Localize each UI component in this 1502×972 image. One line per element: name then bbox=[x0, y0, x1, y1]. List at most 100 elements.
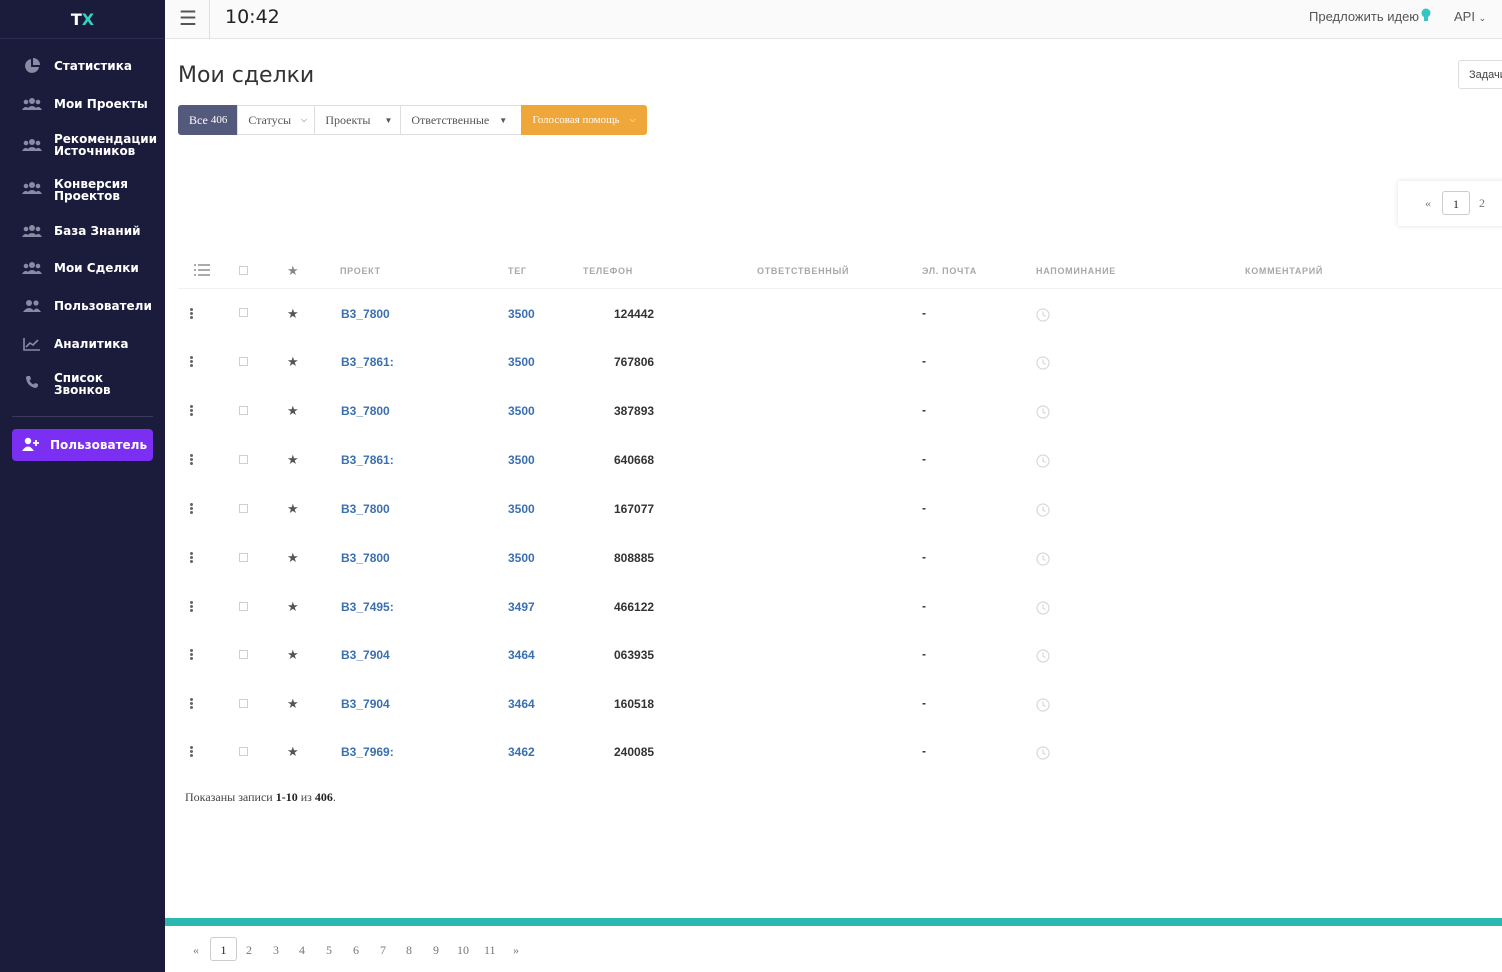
sidebar-item-knowledge-base[interactable]: База Знаний bbox=[0, 221, 165, 241]
sidebar-item-my-deals[interactable]: Мои Сделки bbox=[0, 258, 165, 278]
clock-icon[interactable] bbox=[1036, 746, 1050, 765]
pagination-page[interactable]: 7 bbox=[380, 943, 386, 958]
project-link[interactable]: B3_7800 bbox=[341, 307, 390, 321]
pagination-page[interactable]: 10 bbox=[457, 943, 469, 958]
project-link[interactable]: B3_7800 bbox=[341, 502, 390, 516]
project-link[interactable]: B3_7904 bbox=[341, 648, 390, 662]
star-icon[interactable]: ★ bbox=[287, 403, 299, 419]
project-link[interactable]: B3_7800 bbox=[341, 404, 390, 418]
project-link[interactable]: B3_7861: bbox=[341, 453, 394, 467]
sidebar-item-source-recommendations[interactable]: Рекомендации Источников bbox=[0, 132, 165, 158]
tag-link[interactable]: 3500 bbox=[508, 551, 535, 565]
clock-icon[interactable] bbox=[1036, 356, 1050, 375]
row-actions-icon[interactable] bbox=[190, 552, 194, 564]
sidebar-item-analytics[interactable]: Аналитика bbox=[0, 334, 165, 354]
row-checkbox[interactable] bbox=[239, 504, 248, 513]
tag-link[interactable]: 3462 bbox=[508, 745, 535, 759]
row-actions-icon[interactable] bbox=[190, 308, 194, 320]
pagination-page[interactable]: 2 bbox=[246, 943, 252, 958]
pagination-page[interactable]: 1 bbox=[210, 937, 237, 961]
row-checkbox[interactable] bbox=[239, 747, 248, 756]
clock-icon[interactable] bbox=[1036, 308, 1050, 327]
clock-icon[interactable] bbox=[1036, 649, 1050, 668]
star-icon[interactable]: ★ bbox=[287, 696, 299, 712]
row-checkbox[interactable] bbox=[239, 357, 248, 366]
pagination-page[interactable]: 5 bbox=[326, 943, 332, 958]
tag-link[interactable]: 3500 bbox=[508, 453, 535, 467]
project-link[interactable]: B3_7861: bbox=[341, 355, 394, 369]
column-header-responsible[interactable]: ОТВЕТСТВЕННЫЙ bbox=[757, 266, 849, 276]
row-actions-icon[interactable] bbox=[190, 746, 194, 758]
sidebar-item-my-projects[interactable]: Мои Проекты bbox=[0, 94, 165, 114]
pagination-prev[interactable]: « bbox=[193, 943, 199, 958]
pagination-page[interactable]: 11 bbox=[484, 943, 496, 958]
api-menu[interactable]: API ⌄ bbox=[1454, 9, 1486, 24]
column-header-project[interactable]: ПРОЕКТ bbox=[340, 266, 381, 276]
pagination-page[interactable]: 1 bbox=[1442, 191, 1470, 215]
project-link[interactable]: B3_7800 bbox=[341, 551, 390, 565]
filter-projects-dropdown[interactable]: Проекты ▼ bbox=[314, 105, 402, 135]
star-icon[interactable]: ★ bbox=[287, 354, 299, 370]
pagination-prev[interactable]: « bbox=[1425, 196, 1431, 211]
column-header-reminder[interactable]: НАПОМИНАНИЕ bbox=[1036, 266, 1116, 276]
star-icon[interactable]: ★ bbox=[287, 647, 299, 663]
row-actions-icon[interactable] bbox=[190, 503, 194, 515]
tag-link[interactable]: 3500 bbox=[508, 307, 535, 321]
row-actions-icon[interactable] bbox=[190, 698, 194, 710]
sidebar-item-project-conversion[interactable]: Конверсия Проектов bbox=[0, 177, 165, 203]
row-checkbox[interactable] bbox=[239, 406, 248, 415]
filter-responsible-dropdown[interactable]: Ответственные ▼ bbox=[400, 105, 523, 135]
row-actions-icon[interactable] bbox=[190, 601, 194, 613]
pagination-next[interactable]: » bbox=[513, 943, 519, 958]
row-actions-icon[interactable] bbox=[190, 649, 194, 661]
clock-icon[interactable] bbox=[1036, 405, 1050, 424]
star-icon[interactable]: ★ bbox=[287, 501, 299, 517]
row-checkbox[interactable] bbox=[239, 553, 248, 562]
project-link[interactable]: B3_7495: bbox=[341, 600, 394, 614]
row-checkbox[interactable] bbox=[239, 699, 248, 708]
star-icon[interactable]: ★ bbox=[287, 599, 299, 615]
tag-link[interactable]: 3500 bbox=[508, 502, 535, 516]
sidebar-item-users[interactable]: Пользователи bbox=[0, 296, 165, 316]
row-checkbox[interactable] bbox=[239, 602, 248, 611]
sidebar-item-call-list[interactable]: Список Звонков bbox=[0, 371, 165, 397]
row-checkbox[interactable] bbox=[239, 650, 248, 659]
pagination-page[interactable]: 3 bbox=[273, 943, 279, 958]
tag-link[interactable]: 3497 bbox=[508, 600, 535, 614]
row-actions-icon[interactable] bbox=[190, 454, 194, 466]
clock-icon[interactable] bbox=[1036, 503, 1050, 522]
row-actions-icon[interactable] bbox=[190, 356, 194, 368]
filter-statuses-dropdown[interactable]: Статусы ⌵ bbox=[237, 105, 316, 135]
clock-icon[interactable] bbox=[1036, 454, 1050, 473]
column-header-email[interactable]: ЭЛ. ПОЧТА bbox=[922, 266, 977, 276]
tag-link[interactable]: 3464 bbox=[508, 648, 535, 662]
row-checkbox[interactable] bbox=[239, 308, 248, 317]
column-header-phone[interactable]: ТЕЛЕФОН bbox=[583, 266, 633, 276]
pagination-page[interactable]: 4 bbox=[299, 943, 305, 958]
star-icon[interactable]: ★ bbox=[287, 452, 299, 468]
menu-icon[interactable]: ☰ bbox=[179, 6, 197, 31]
star-icon[interactable]: ★ bbox=[287, 550, 299, 566]
add-user-button[interactable]: Пользователь bbox=[12, 429, 153, 461]
filter-voice-assistant-dropdown[interactable]: Голосовая помощь ⌵ bbox=[521, 105, 648, 135]
pagination-page[interactable]: 6 bbox=[353, 943, 359, 958]
tag-link[interactable]: 3500 bbox=[508, 404, 535, 418]
tag-link[interactable]: 3464 bbox=[508, 697, 535, 711]
clock-icon[interactable] bbox=[1036, 698, 1050, 717]
clock-icon[interactable] bbox=[1036, 601, 1050, 620]
row-actions-icon[interactable] bbox=[190, 405, 194, 417]
lightbulb-icon[interactable] bbox=[1421, 8, 1431, 27]
project-link[interactable]: B3_7904 bbox=[341, 697, 390, 711]
project-link[interactable]: B3_7969: bbox=[341, 745, 394, 759]
tag-link[interactable]: 3500 bbox=[508, 355, 535, 369]
pagination-page[interactable]: 2 bbox=[1479, 196, 1485, 211]
column-header-comment[interactable]: КОММЕНТАРИЙ bbox=[1245, 266, 1323, 276]
select-all-checkbox[interactable] bbox=[239, 266, 248, 275]
row-checkbox[interactable] bbox=[239, 455, 248, 464]
pagination-page[interactable]: 8 bbox=[406, 943, 412, 958]
suggest-idea-link[interactable]: Предложить идею bbox=[1309, 9, 1419, 24]
clock-icon[interactable] bbox=[1036, 552, 1050, 571]
pagination-page[interactable]: 9 bbox=[433, 943, 439, 958]
column-settings-icon[interactable] bbox=[194, 263, 210, 282]
star-icon[interactable]: ★ bbox=[287, 306, 299, 322]
